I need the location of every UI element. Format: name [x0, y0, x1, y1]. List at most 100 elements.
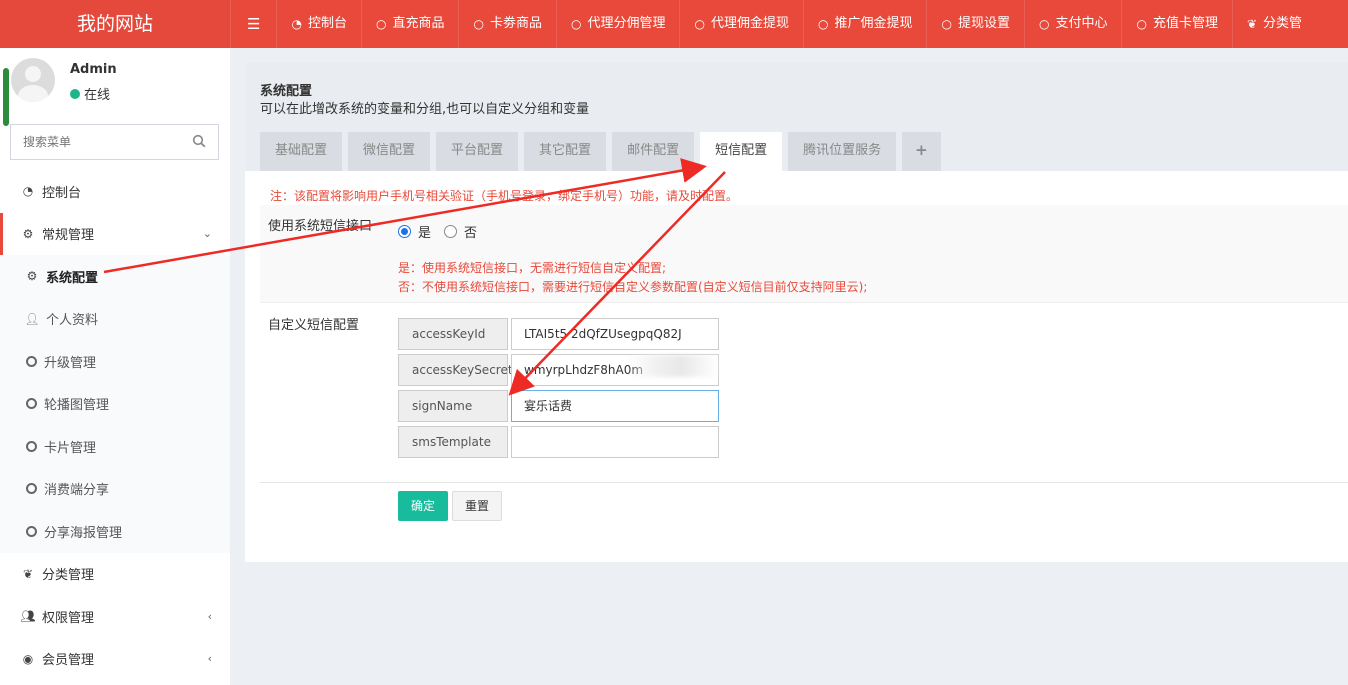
sidebar-item-consumer-share[interactable]: 消费端分享: [0, 468, 230, 511]
circle-icon: ○: [1136, 17, 1147, 31]
sms-notice: 注：该配置将影响用户手机号相关验证（手机号登录，绑定手机号）功能，请及时配置。: [270, 189, 739, 203]
user-circle-icon: ◉: [22, 651, 34, 666]
topnav-item-direct-goods[interactable]: ○ 直充商品: [360, 0, 459, 48]
leaf-icon: ❦: [22, 566, 34, 581]
topnav-item-recharge-card[interactable]: ○ 充值卡管理: [1121, 0, 1232, 48]
circle-icon: ○: [375, 17, 387, 31]
access-key-id-input[interactable]: LTAI5t5 2dQfZUsegpqQ82J: [511, 318, 719, 350]
custom-sms-label: 自定义短信配置: [268, 318, 360, 333]
chevron-left-icon: ‹: [207, 609, 212, 623]
circle-icon: [26, 525, 37, 537]
sms-template-input[interactable]: [511, 426, 719, 458]
radio-checked-icon: [398, 225, 411, 238]
sidebar-item-dashboard[interactable]: ◔ 控制台: [0, 170, 230, 213]
radio-no[interactable]: 否: [444, 222, 477, 241]
form-divider: [260, 482, 1348, 483]
online-dot-icon: [70, 88, 80, 99]
top-bar: 我的网站 ☰ ◔ 控制台 ○ 直充商品 ○ 卡劵商品 ○ 代理分佣管理 ○ 代理佣金提现 …: [0, 0, 1348, 48]
topnav-item-withdraw-settings[interactable]: ○ 提现设置: [926, 0, 1024, 48]
sidebar-item-permission[interactable]: 👥︎ 权限管理 ‹: [0, 595, 230, 638]
access-key-id-field: accessKeyId LTAI5t5 2dQfZUsegpqQ82J: [398, 318, 719, 350]
tab-wechat[interactable]: 微信配置: [348, 132, 431, 171]
sidebar-item-general[interactable]: ⚙ 常规管理 ⌄: [0, 212, 230, 255]
sidebar: Admin 在线 ◔控制台 ⚙常规管理⌄ ⚙系统配置 👤︎个人资料 升级管理 轮…: [0, 48, 230, 685]
cogs-icon: ⚙: [22, 226, 34, 241]
chevron-left-icon: ‹: [207, 652, 212, 666]
page-title: 系统配置: [260, 84, 313, 99]
tab-email[interactable]: 邮件配置: [612, 132, 695, 171]
dashboard-icon: ◔: [22, 184, 34, 199]
sidebar-toggle-button[interactable]: ☰: [230, 0, 276, 48]
radio-unchecked-icon: [444, 225, 457, 238]
access-key-id-label: accessKeyId: [398, 318, 508, 350]
topnav-item-category[interactable]: ❦ 分类管: [1231, 0, 1316, 48]
menu-search: [10, 124, 219, 160]
circle-icon: ○: [817, 17, 829, 31]
use-system-sms-row: 使用系统短信接口 是 否 是：使用系统短信接口，无需进行短信自定义配置; 否：不…: [260, 205, 1348, 303]
user-panel: Admin 在线: [0, 48, 230, 126]
tab-tencent-location[interactable]: 腾讯位置服务: [788, 132, 897, 171]
access-key-secret-label: accessKeySecret: [398, 354, 513, 386]
leaf-icon: ❦: [1246, 17, 1258, 31]
user-status: 在线: [70, 84, 110, 103]
search-input[interactable]: [11, 125, 181, 159]
search-icon[interactable]: [192, 134, 206, 148]
sidebar-item-system-config[interactable]: ⚙ 系统配置: [0, 255, 230, 298]
site-logo[interactable]: 我的网站: [0, 0, 230, 48]
menu-icon: ☰: [247, 15, 261, 33]
topnav-item-agent-commission[interactable]: ○ 代理分佣管理: [555, 0, 680, 48]
sidebar-item-share-poster[interactable]: 分享海报管理: [0, 510, 230, 553]
topnav-item-promo-withdraw[interactable]: ○ 推广佣金提现: [802, 0, 927, 48]
hint-yes: 是：使用系统短信接口，无需进行短信自定义配置;: [398, 261, 667, 275]
avatar: [11, 58, 55, 102]
sidebar-item-member[interactable]: ◉ 会员管理 ‹: [0, 638, 230, 681]
sms-template-field: smsTemplate: [398, 426, 719, 458]
sidebar-item-carousel[interactable]: 轮播图管理: [0, 383, 230, 426]
topnav-item-coupon-goods[interactable]: ○ 卡劵商品: [458, 0, 556, 48]
circle-icon: [26, 355, 37, 367]
topnav-item-dashboard[interactable]: ◔ 控制台: [276, 0, 361, 48]
user-icon: 👤︎: [24, 311, 40, 326]
user-name: Admin: [70, 62, 117, 77]
sign-name-input[interactable]: 宴乐话费: [511, 390, 719, 422]
redaction-blur: [628, 355, 718, 377]
top-nav: ☰ ◔ 控制台 ○ 直充商品 ○ 卡劵商品 ○ 代理分佣管理 ○ 代理佣金提现 ○ 推广佣金…: [230, 0, 1348, 48]
reset-button[interactable]: 重置: [452, 491, 503, 521]
config-panel: 系统配置 可以在此增改系统的变量和分组,也可以自定义分组和变量 基础配置 微信配…: [245, 63, 1348, 562]
add-tab-button[interactable]: +: [902, 132, 941, 171]
hint-no: 否：不使用系统短信接口，需要进行短信自定义参数配置(自定义短信目前仅支持阿里云)…: [398, 280, 868, 294]
general-submenu: ⚙ 系统配置 👤︎ 个人资料 升级管理 轮播图管理 卡片管理 消费端分享 分享海报管…: [0, 255, 230, 553]
circle-icon: ○: [473, 17, 484, 31]
sidebar-item-upgrade[interactable]: 升级管理: [0, 340, 230, 383]
circle-icon: ○: [1038, 17, 1050, 31]
sidebar-item-category[interactable]: ❦ 分类管理: [0, 553, 230, 596]
gear-icon: ⚙: [26, 269, 38, 284]
topnav-item-agent-withdraw[interactable]: ○ 代理佣金提现: [679, 0, 803, 48]
use-system-sms-label: 使用系统短信接口: [268, 219, 373, 234]
config-tabs: 基础配置 微信配置 平台配置 其它配置 邮件配置 短信配置 腾讯位置服务 +: [260, 132, 947, 171]
sidebar-menu: ◔ 控制台 ⚙ 常规管理 ⌄ ⚙ 系统配置 👤︎ 个人资料 升级管理 轮播图管理 卡片管理…: [0, 170, 230, 680]
chevron-down-icon: ⌄: [202, 227, 212, 241]
radio-yes[interactable]: 是: [398, 222, 431, 241]
panel-header: 系统配置 可以在此增改系统的变量和分组,也可以自定义分组和变量 基础配置 微信配…: [245, 63, 1348, 171]
sign-name-label: signName: [398, 390, 508, 422]
users-icon: 👥︎: [20, 609, 36, 624]
tab-other[interactable]: 其它配置: [524, 132, 607, 171]
page-description: 可以在此增改系统的变量和分组,也可以自定义分组和变量: [260, 102, 590, 117]
tab-basic[interactable]: 基础配置: [260, 132, 343, 171]
sidebar-item-profile[interactable]: 👤︎ 个人资料: [0, 298, 230, 341]
circle-icon: [26, 483, 37, 495]
circle-icon: ○: [694, 17, 705, 31]
circle-icon: ○: [941, 17, 952, 31]
dashboard-icon: ◔: [291, 17, 302, 31]
topnav-item-payment-center[interactable]: ○ 支付中心: [1023, 0, 1122, 48]
sms-template-label: smsTemplate: [398, 426, 508, 458]
circle-icon: [26, 440, 37, 452]
sidebar-item-cards[interactable]: 卡片管理: [0, 425, 230, 468]
tab-platform[interactable]: 平台配置: [436, 132, 519, 171]
sidebar-scrollbar[interactable]: [3, 68, 9, 126]
circle-icon: [26, 398, 37, 410]
sign-name-field: signName 宴乐话费: [398, 390, 719, 422]
tab-sms[interactable]: 短信配置: [700, 132, 783, 171]
confirm-button[interactable]: 确定: [398, 491, 449, 521]
